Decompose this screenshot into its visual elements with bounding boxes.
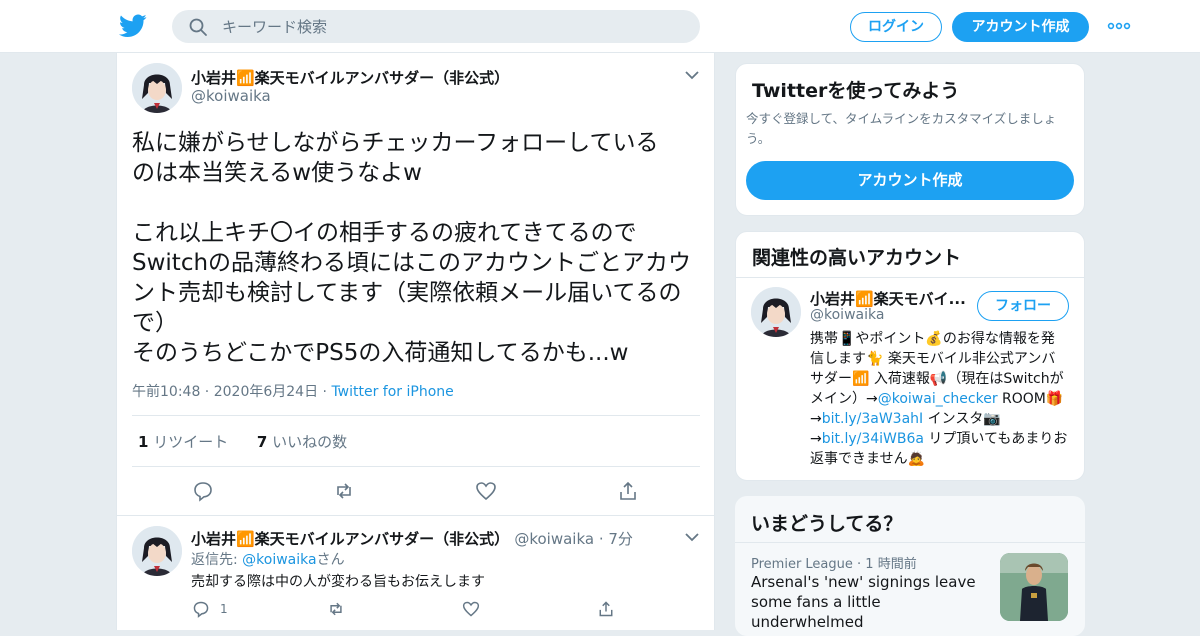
more-options-icon[interactable] xyxy=(1107,18,1131,34)
tweet-source-link[interactable]: Twitter for iPhone xyxy=(331,384,453,400)
retweet-icon[interactable] xyxy=(327,600,345,618)
avatar-image xyxy=(132,526,182,576)
like-heart-icon[interactable] xyxy=(462,600,480,618)
tweet-time[interactable]: 午前10:48 xyxy=(132,384,200,400)
tweet-metadata: 午前10:48 · 2020年6月24日 · Twitter for iPhon… xyxy=(132,384,454,400)
search-input[interactable] xyxy=(222,15,682,38)
tweet-column: 小岩井📶楽天モバイルアンバサダー（非公式） @koiwaika 私に嫌がらせしな… xyxy=(116,53,715,630)
tweet-stats: 1 リツイート 7 いいねの数 xyxy=(138,431,347,452)
signup-prompt-title: Twitterを使ってみよう xyxy=(752,80,960,102)
login-button[interactable]: ログイン xyxy=(850,12,942,42)
related-account-bio: 携帯📱やポイント💰のお得な情報を発信します🐈 楽天モバイル非公式アンバサダー📶 … xyxy=(810,331,1068,467)
related-account-name[interactable]: 小岩井📶楽天モバイ... xyxy=(810,288,966,309)
tweet-author-handle[interactable]: @koiwaika xyxy=(191,87,271,105)
bio-link[interactable]: bit.ly/34iWB6a xyxy=(822,431,924,447)
reply-count: 1 xyxy=(220,602,228,616)
chevron-down-icon[interactable] xyxy=(684,531,700,543)
related-account-handle[interactable]: @koiwaika xyxy=(810,307,884,323)
avatar[interactable] xyxy=(132,63,182,113)
retweet-icon[interactable] xyxy=(333,480,355,502)
signup-prompt-description: 今すぐ登録して、タイムラインをカスタマイズしましょう。 xyxy=(746,111,1057,146)
avatar[interactable] xyxy=(751,287,801,337)
trends-card: いまどうしてる？ Premier League · 1 時間前 Arsenal'… xyxy=(735,496,1085,636)
reply-icon[interactable] xyxy=(192,480,214,502)
follow-button[interactable]: フォロー xyxy=(977,291,1069,321)
reply-text: 売却する際は中の人が変わる旨もお伝えします xyxy=(191,574,485,590)
signup-prompt-card: Twitterを使ってみよう 今すぐ登録して、タイムラインをカスタマイズしましょ… xyxy=(735,63,1085,216)
chevron-down-icon[interactable] xyxy=(684,69,700,81)
search-box[interactable] xyxy=(172,10,700,43)
divider xyxy=(132,415,700,416)
share-icon[interactable] xyxy=(617,480,639,502)
twitter-bird-logo-icon[interactable] xyxy=(119,13,147,39)
trend-thumbnail-image xyxy=(1000,553,1068,621)
avatar-image xyxy=(132,63,182,113)
reply-to-link[interactable]: @koiwaika xyxy=(242,552,316,568)
like-stat[interactable]: 7 いいねの数 xyxy=(257,433,347,451)
reply-to-line: 返信先: @koiwaikaさん xyxy=(191,552,345,568)
trend-headline[interactable]: Arsenal's 'new' signings leave some fans… xyxy=(751,572,981,632)
trend-thumbnail xyxy=(1000,553,1068,621)
reply-author-name[interactable]: 小岩井📶楽天モバイルアンバサダー（非公式） @koiwaika · 7分 xyxy=(191,528,633,549)
related-accounts-card: 関連性の高いアカウント 小岩井📶楽天モバイ... @koiwaika フォロー … xyxy=(735,231,1085,481)
share-icon[interactable] xyxy=(597,600,615,618)
top-navigation-bar: ログイン アカウント作成 xyxy=(0,0,1200,53)
related-accounts-title: 関連性の高いアカウント xyxy=(752,247,962,269)
trend-meta: Premier League · 1 時間前 xyxy=(751,557,917,572)
avatar[interactable] xyxy=(132,526,182,576)
avatar-image xyxy=(751,287,801,337)
reply-age[interactable]: 7分 xyxy=(608,530,633,548)
reply-tweet[interactable]: 小岩井📶楽天モバイルアンバサダー（非公式） @koiwaika · 7分 返信先… xyxy=(117,515,714,630)
trends-title: いまどうしてる？ xyxy=(751,513,903,535)
reply-icon[interactable] xyxy=(192,600,210,618)
reply-author-handle[interactable]: @koiwaika xyxy=(514,530,594,548)
signup-button[interactable]: アカウント作成 xyxy=(952,12,1089,42)
bio-link[interactable]: @koiwai_checker xyxy=(878,391,998,407)
divider xyxy=(735,542,1085,543)
signup-prompt-button[interactable]: アカウント作成 xyxy=(746,161,1074,200)
bio-link[interactable]: bit.ly/3aW3ahI xyxy=(822,411,923,427)
like-heart-icon[interactable] xyxy=(475,480,497,502)
search-icon xyxy=(189,18,207,36)
divider xyxy=(132,466,700,467)
retweet-stat[interactable]: 1 リツイート xyxy=(138,433,228,451)
divider xyxy=(736,277,1084,278)
tweet-date[interactable]: 2020年6月24日 xyxy=(214,384,318,400)
tweet-text: 私に嫌がらせしながらチェッカーフォローしている のは本当笑えるw使うなよw これ… xyxy=(132,130,692,366)
tweet-author-name[interactable]: 小岩井📶楽天モバイルアンバサダー（非公式） xyxy=(191,67,509,88)
